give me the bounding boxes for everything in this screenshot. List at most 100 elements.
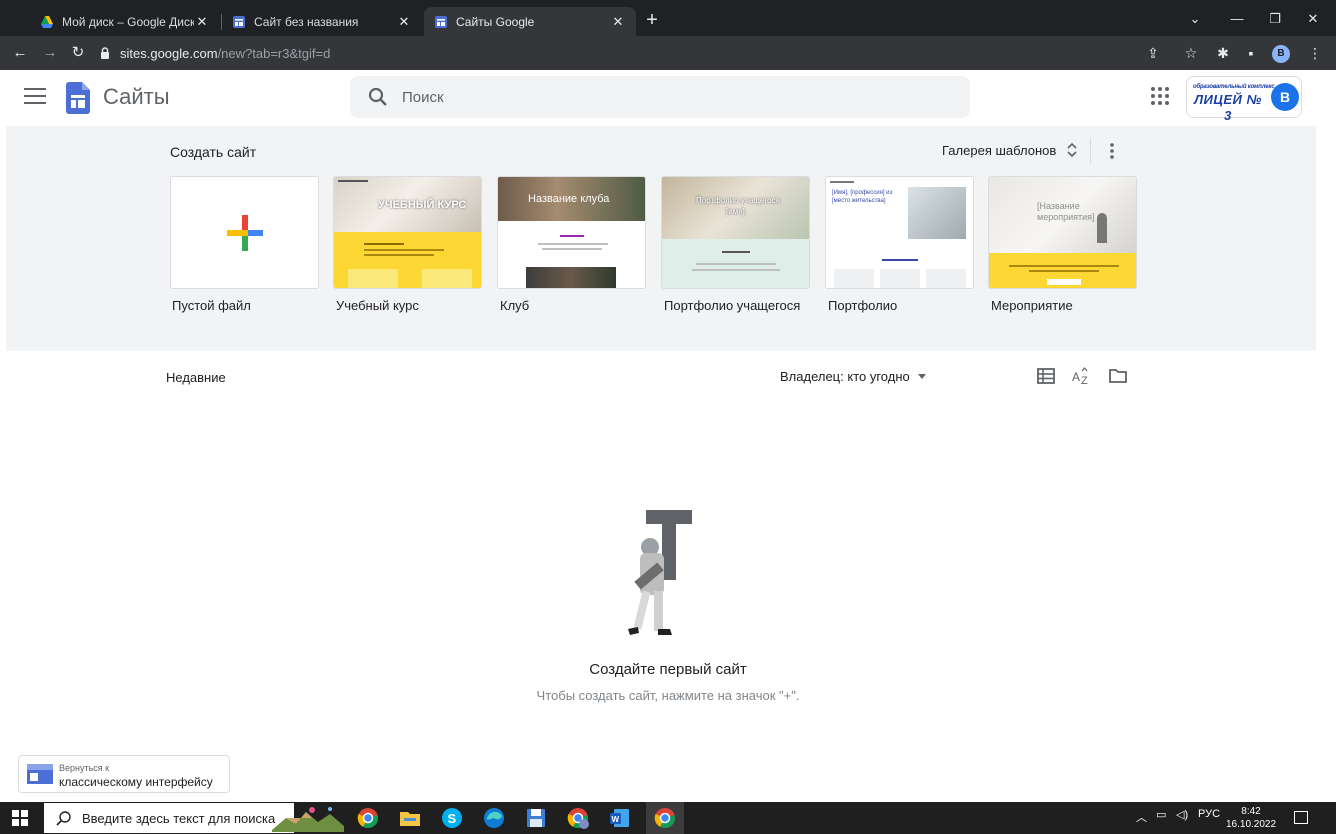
- tab-google-sites[interactable]: Сайты Google ✕: [424, 7, 636, 36]
- volume-icon[interactable]: ◁): [1176, 808, 1188, 821]
- search-input[interactable]: [402, 88, 902, 106]
- unfold-icon: [1067, 142, 1077, 158]
- word-icon[interactable]: W: [608, 806, 632, 830]
- template-portfolio[interactable]: [Имя], [профессия] из [место жительства]: [825, 176, 974, 289]
- thumbnail-photo: [526, 267, 616, 288]
- account-avatar[interactable]: B: [1271, 83, 1299, 111]
- thumbnail-title: [Имя], [профессия] из [место жительства]: [832, 190, 893, 204]
- taskbar-search[interactable]: Введите здесь текст для поиска: [44, 803, 294, 833]
- account-switcher[interactable]: образовательный комплекс ЛИЦЕЙ № 3 B: [1186, 76, 1302, 123]
- template-label: Мероприятие: [991, 298, 1073, 313]
- tab-search-icon[interactable]: ⌄: [1180, 8, 1210, 30]
- recent-heading: Недавние: [166, 370, 226, 385]
- search-box[interactable]: [350, 76, 970, 118]
- input-language[interactable]: РУС: [1198, 808, 1220, 820]
- template-label: Клуб: [500, 298, 530, 313]
- save-disk-icon[interactable]: [524, 806, 548, 830]
- tab-untitled-site[interactable]: Сайт без названия ✕: [222, 7, 422, 36]
- sort-az-icon[interactable]: A Z: [1072, 366, 1092, 386]
- chrome-active-icon[interactable]: [653, 806, 677, 830]
- thumbnail-line: [830, 181, 854, 183]
- browser-menu-icon[interactable]: ⋮: [1304, 42, 1326, 64]
- chrome-icon[interactable]: [356, 806, 380, 830]
- template-student-portfolio[interactable]: Портфолио учащегося [имя]: [661, 176, 810, 289]
- back-button[interactable]: ←: [10, 42, 30, 64]
- close-icon[interactable]: ✕: [194, 14, 210, 30]
- template-label: Портфолио учащегося: [664, 298, 801, 313]
- list-view-icon[interactable]: [1036, 366, 1056, 386]
- tray-chevron-icon[interactable]: ︿: [1136, 809, 1147, 825]
- address-bar[interactable]: sites.google.com /new?tab=r3&tgif=d: [98, 41, 1138, 65]
- organization-logo: образовательный комплекс ЛИЦЕЙ № 3: [1193, 83, 1275, 123]
- google-apps-icon[interactable]: [1150, 86, 1170, 106]
- classic-line-1: Вернуться к: [59, 763, 110, 773]
- tab-google-drive[interactable]: Мой диск – Google Диск ✕: [30, 7, 220, 36]
- chrome-profile-icon[interactable]: [566, 806, 590, 830]
- dropdown-arrow-icon: [917, 374, 926, 379]
- skype-icon[interactable]: S: [440, 806, 464, 830]
- app-header: Сайты образовательный комплекс ЛИЦЕЙ № 3…: [0, 70, 1336, 126]
- restore-button[interactable]: ❐: [1260, 8, 1290, 30]
- network-icon[interactable]: ▭: [1156, 808, 1166, 821]
- template-gallery-label: Галерея шаблонов: [942, 142, 1057, 158]
- forward-button[interactable]: →: [40, 42, 60, 64]
- thumbnail-card: [422, 269, 472, 288]
- thumbnail-figure: [1097, 213, 1107, 243]
- template-gallery-toggle[interactable]: Галерея шаблонов: [942, 142, 1078, 158]
- thumbnail-subtitle: [имя]: [726, 207, 745, 216]
- share-icon[interactable]: ⇪: [1142, 42, 1164, 64]
- template-club[interactable]: Название клуба: [497, 176, 646, 289]
- thumbnail-line: [364, 243, 404, 245]
- owner-filter-label: Владелец: кто угодно: [780, 369, 910, 384]
- close-icon[interactable]: ✕: [610, 14, 626, 30]
- search-icon[interactable]: [366, 85, 390, 109]
- template-event[interactable]: [Название мероприятия]: [988, 176, 1137, 289]
- tab-title: Сайт без названия: [254, 14, 359, 29]
- thumbnail-line: [1009, 265, 1119, 267]
- windows-start-icon[interactable]: [12, 810, 28, 826]
- new-tab-button[interactable]: +: [640, 9, 664, 33]
- edge-icon[interactable]: [482, 806, 506, 830]
- classic-line-2: классическому интерфейсу: [59, 775, 213, 789]
- org-logo-title: ЛИЦЕЙ № 3: [1194, 92, 1262, 123]
- google-sites-icon: [233, 15, 245, 28]
- owner-filter-dropdown[interactable]: Владелец: кто угодно: [780, 369, 926, 384]
- classic-interface-button[interactable]: Вернуться к классическому интерфейсу: [18, 755, 230, 793]
- system-clock[interactable]: 8:42 16.10.2022: [1226, 805, 1276, 831]
- empty-state-illustration: [628, 510, 692, 635]
- thumbnail-title: УЧЕБНЫЙ КУРС: [378, 199, 467, 211]
- thumbnail-line: [538, 243, 608, 245]
- browser-toolbar: ← → ↻ sites.google.com /new?tab=r3&tgif=…: [0, 36, 1336, 70]
- reload-button[interactable]: ↻: [68, 42, 88, 64]
- notifications-icon[interactable]: [1294, 811, 1308, 824]
- empty-state-subtitle: Чтобы создать сайт, нажмите на значок "+…: [536, 688, 800, 703]
- side-panel-icon[interactable]: ▪: [1240, 42, 1262, 64]
- thumbnail-title: Портфолио учащегося: [696, 196, 780, 205]
- template-course[interactable]: УЧЕБНЫЙ КУРС: [333, 176, 482, 289]
- more-options-icon[interactable]: [1104, 140, 1120, 162]
- browser-profile-avatar[interactable]: B: [1272, 45, 1290, 63]
- thumbnail-card: [880, 269, 920, 288]
- thumbnail-line: [338, 180, 368, 182]
- window-close-button[interactable]: ✕: [1298, 8, 1328, 30]
- plus-icon: [227, 215, 263, 251]
- minimize-button[interactable]: —: [1222, 8, 1252, 30]
- extensions-icon[interactable]: ✱: [1212, 42, 1234, 64]
- clock-time: 8:42: [1241, 806, 1261, 817]
- google-sites-icon: [435, 15, 447, 28]
- main-menu-icon[interactable]: [24, 88, 46, 108]
- thumbnail-line: [364, 254, 434, 256]
- svg-text:S: S: [448, 811, 457, 826]
- bookmark-star-icon[interactable]: ☆: [1180, 42, 1202, 64]
- thumbnail-line: [1029, 270, 1099, 272]
- taskbar-search-placeholder: Введите здесь текст для поиска: [82, 810, 276, 826]
- google-sites-logo-icon[interactable]: [66, 82, 90, 114]
- url-host: sites.google.com: [120, 45, 218, 61]
- classic-sites-icon: [27, 764, 53, 784]
- file-explorer-icon[interactable]: [398, 806, 422, 830]
- app-title: Сайты: [103, 84, 170, 109]
- folder-icon[interactable]: [1108, 366, 1128, 386]
- template-blank[interactable]: [170, 176, 319, 289]
- close-icon[interactable]: ✕: [396, 14, 412, 30]
- url-path: /new?tab=r3&tgif=d: [217, 45, 331, 61]
